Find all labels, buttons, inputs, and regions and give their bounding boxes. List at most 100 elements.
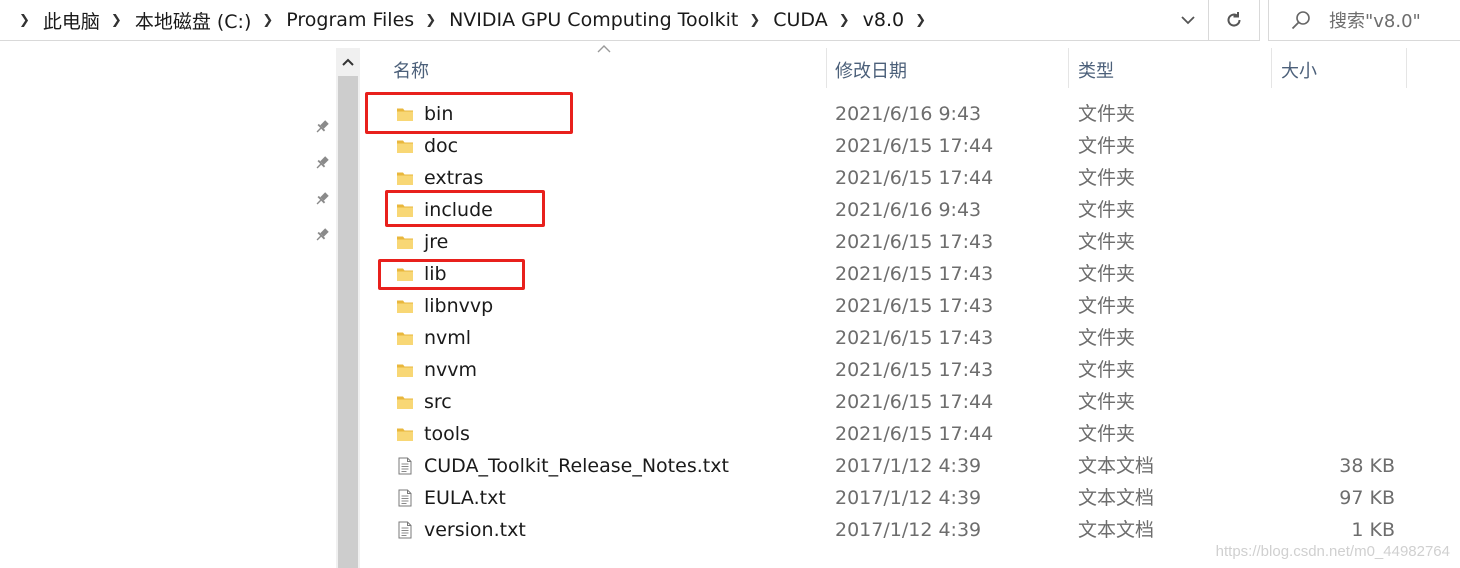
item-type: 文件夹: [1078, 199, 1136, 221]
scroll-up-button[interactable]: [336, 48, 360, 76]
folder-row[interactable]: jre 2021/6/15 17:43 文件夹: [384, 226, 1416, 258]
folder-row[interactable]: libnvvp 2021/6/15 17:43 文件夹: [384, 290, 1416, 322]
item-type: 文件夹: [1078, 327, 1136, 349]
item-type: 文件夹: [1078, 167, 1136, 189]
nav-pane-scrollbar[interactable]: [336, 48, 360, 568]
watermark: https://blog.csdn.net/m0_44982764: [1215, 543, 1450, 560]
breadcrumb-local-disk[interactable]: 本地磁盘 (C:): [135, 7, 252, 34]
folder-row[interactable]: tools 2021/6/15 17:44 文件夹: [384, 418, 1416, 450]
item-type: 文件夹: [1078, 359, 1136, 381]
column-header-size[interactable]: 大小: [1272, 48, 1406, 92]
search-icon: [1289, 8, 1313, 32]
item-name: jre: [424, 231, 449, 253]
item-name: doc: [424, 135, 459, 157]
chevron-right-icon[interactable]: ❯: [19, 13, 30, 28]
breadcrumb-cuda[interactable]: CUDA: [773, 9, 827, 31]
refresh-button[interactable]: [1208, 0, 1260, 41]
file-row[interactable]: version.txt 2017/1/12 4:39 文本文档 1 KB: [384, 514, 1416, 546]
item-size: 38 KB: [1339, 455, 1395, 477]
folder-icon: [396, 329, 414, 347]
chevron-right-icon[interactable]: ❯: [425, 13, 436, 28]
item-name: libnvvp: [424, 295, 494, 317]
address-bar: ❯ 此电脑 ❯ 本地磁盘 (C:) ❯ Program Files ❯ NVID…: [0, 0, 1460, 41]
item-name: CUDA_Toolkit_Release_Notes.txt: [424, 455, 729, 477]
folder-row[interactable]: nvvm 2021/6/15 17:43 文件夹: [384, 354, 1416, 386]
folder-icon: [396, 137, 414, 155]
item-size: 97 KB: [1339, 487, 1395, 509]
item-name: src: [424, 391, 452, 413]
pin-icon[interactable]: [313, 226, 331, 244]
item-modified-date: 2021/6/15 17:44: [835, 167, 994, 189]
chevron-down-icon: [1181, 16, 1195, 25]
folder-icon: [396, 169, 414, 187]
refresh-icon: [1227, 12, 1241, 27]
item-type: 文本文档: [1078, 487, 1155, 509]
column-header-name[interactable]: 名称: [384, 48, 824, 92]
item-modified-date: 2017/1/12 4:39: [835, 519, 982, 541]
chevron-up-icon: [342, 58, 354, 66]
address-box[interactable]: ❯ 此电脑 ❯ 本地磁盘 (C:) ❯ Program Files ❯ NVID…: [0, 0, 1208, 41]
item-type: 文件夹: [1078, 423, 1136, 445]
breadcrumb-nvidia-toolkit[interactable]: NVIDIA GPU Computing Toolkit: [449, 9, 738, 31]
folder-icon: [396, 297, 414, 315]
item-name: version.txt: [424, 519, 526, 541]
item-type: 文件夹: [1078, 231, 1136, 253]
item-type: 文件夹: [1078, 135, 1136, 157]
breadcrumb-program-files[interactable]: Program Files: [286, 9, 414, 31]
item-modified-date: 2021/6/16 9:43: [835, 199, 982, 221]
chevron-right-icon[interactable]: ❯: [262, 13, 273, 28]
chevron-right-icon[interactable]: ❯: [915, 13, 926, 28]
search-box[interactable]: 搜索"v8.0": [1268, 0, 1460, 41]
item-modified-date: 2021/6/16 9:43: [835, 103, 982, 125]
breadcrumb: ❯ 此电脑 ❯ 本地磁盘 (C:) ❯ Program Files ❯ NVID…: [8, 0, 939, 40]
item-type: 文本文档: [1078, 455, 1155, 477]
item-name: EULA.txt: [424, 487, 506, 509]
item-type: 文件夹: [1078, 263, 1136, 285]
pin-icon[interactable]: [313, 154, 331, 172]
text-file-icon: [396, 489, 414, 507]
item-modified-date: 2021/6/15 17:44: [835, 135, 994, 157]
item-modified-date: 2021/6/15 17:43: [835, 359, 994, 381]
scroll-thumb[interactable]: [338, 76, 358, 568]
item-type: 文件夹: [1078, 391, 1136, 413]
folder-icon: [396, 361, 414, 379]
item-size: 1 KB: [1351, 519, 1395, 541]
folder-icon: [396, 393, 414, 411]
address-history-dropdown[interactable]: [1170, 0, 1206, 40]
chevron-right-icon[interactable]: ❯: [749, 13, 760, 28]
folder-row[interactable]: lib 2021/6/15 17:43 文件夹: [384, 258, 1416, 290]
folder-row[interactable]: nvml 2021/6/15 17:43 文件夹: [384, 322, 1416, 354]
folder-icon: [396, 233, 414, 251]
item-type: 文件夹: [1078, 103, 1136, 125]
item-modified-date: 2017/1/12 4:39: [835, 455, 982, 477]
pin-icon[interactable]: [313, 118, 331, 136]
file-row[interactable]: CUDA_Toolkit_Release_Notes.txt 2017/1/12 …: [384, 450, 1416, 482]
column-divider[interactable]: [1406, 48, 1407, 88]
item-modified-date: 2021/6/15 17:43: [835, 327, 994, 349]
chevron-right-icon[interactable]: ❯: [839, 13, 850, 28]
item-name: nvml: [424, 327, 472, 349]
item-modified-date: 2021/6/15 17:44: [835, 423, 994, 445]
breadcrumb-this-pc[interactable]: 此电脑: [43, 7, 100, 34]
column-header-date[interactable]: 修改日期: [827, 48, 1067, 92]
folder-icon: [396, 425, 414, 443]
item-modified-date: 2021/6/15 17:43: [835, 295, 994, 317]
folder-row[interactable]: src 2021/6/15 17:44 文件夹: [384, 386, 1416, 418]
search-input[interactable]: 搜索"v8.0": [1329, 7, 1421, 33]
item-modified-date: 2021/6/15 17:44: [835, 391, 994, 413]
item-modified-date: 2021/6/15 17:43: [835, 231, 994, 253]
highlight-box: [378, 259, 525, 290]
item-modified-date: 2021/6/15 17:43: [835, 263, 994, 285]
breadcrumb-v8[interactable]: v8.0: [863, 9, 904, 31]
file-row[interactable]: EULA.txt 2017/1/12 4:39 文本文档 97 KB: [384, 482, 1416, 514]
folder-row[interactable]: doc 2021/6/15 17:44 文件夹: [384, 130, 1416, 162]
item-name: tools: [424, 423, 470, 445]
chevron-right-icon[interactable]: ❯: [111, 13, 122, 28]
highlight-box: [365, 92, 573, 134]
item-type: 文件夹: [1078, 295, 1136, 317]
text-file-icon: [396, 521, 414, 539]
column-header-type[interactable]: 类型: [1069, 48, 1269, 92]
item-name: nvvm: [424, 359, 478, 381]
pin-icon[interactable]: [313, 190, 331, 208]
text-file-icon: [396, 457, 414, 475]
